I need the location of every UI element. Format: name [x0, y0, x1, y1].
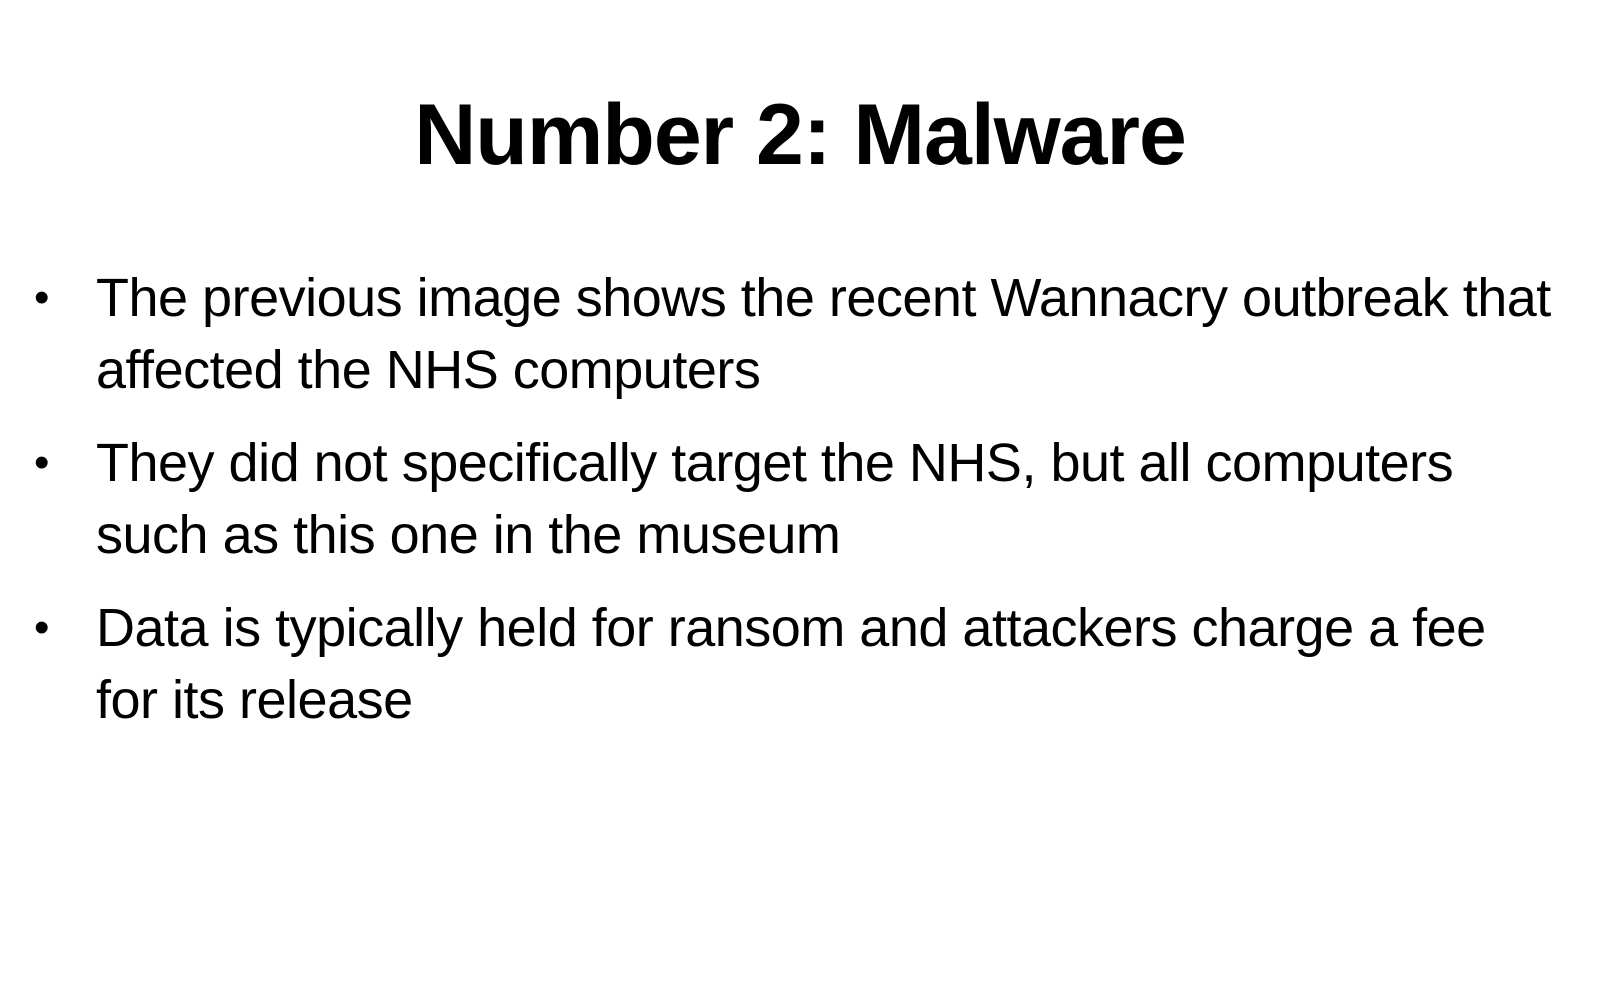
slide: Number 2: Malware • The previous image s… — [0, 0, 1600, 1000]
bullet-text: The previous image shows the recent Wann… — [96, 268, 1551, 400]
bullet-dot-icon: • — [34, 273, 49, 322]
bullet-dot-icon: • — [34, 603, 49, 652]
bullet-item: • The previous image shows the recent Wa… — [0, 262, 1600, 406]
bullet-item: • Data is typically held for ransom and … — [0, 592, 1600, 736]
bullet-list: • The previous image shows the recent Wa… — [0, 262, 1600, 757]
bullet-dot-icon: • — [34, 438, 49, 487]
bullet-item: • They did not specifically target the N… — [0, 427, 1600, 571]
slide-title: Number 2: Malware — [414, 87, 1187, 183]
bullet-text: Data is typically held for ransom and at… — [96, 598, 1486, 730]
bullet-text: They did not specifically target the NHS… — [96, 433, 1454, 565]
